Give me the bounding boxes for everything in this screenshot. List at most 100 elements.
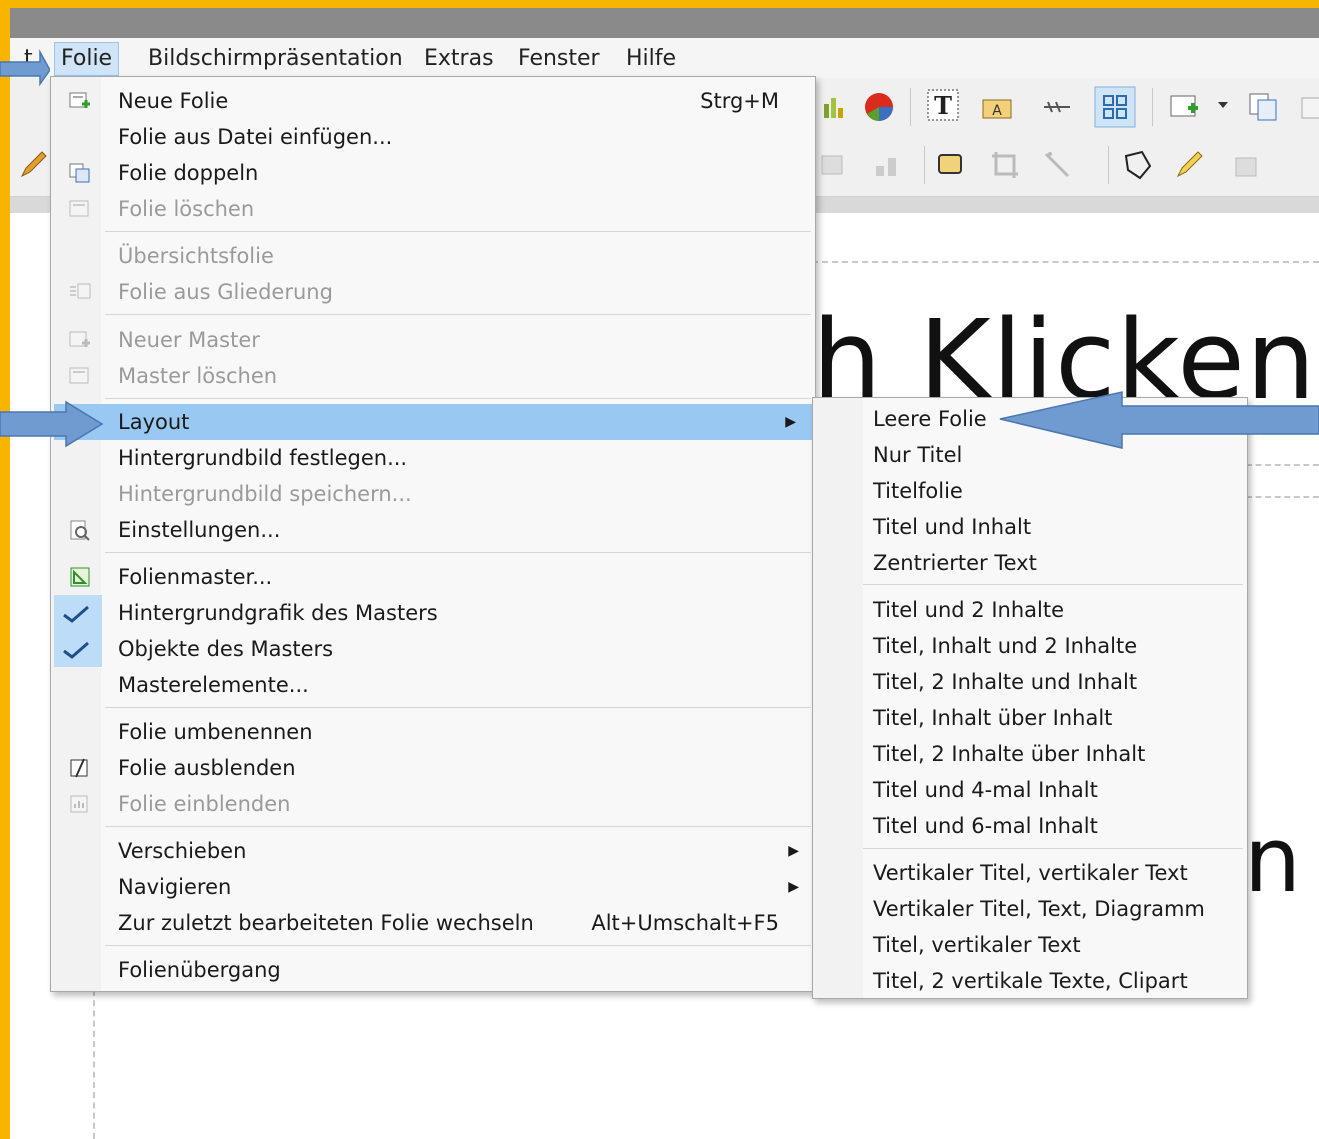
layout-vertikaler-titel-vertikaler-text[interactable]: Vertikaler Titel, vertikaler Text: [813, 855, 1247, 891]
menu-item-label: Folienübergang: [118, 958, 281, 982]
menu-item-label: Master löschen: [118, 364, 278, 388]
menu-item-zur-zuletzt-bearbeiteten-folie[interactable]: Zur zuletzt bearbeiteten Folie wechseln …: [51, 905, 815, 941]
menu-item-label: Vertikaler Titel, vertikaler Text: [873, 861, 1188, 885]
submenu-arrow-icon: ▶: [785, 414, 796, 430]
slide-content-placeholder[interactable]: n I: [1244, 808, 1319, 913]
crop-icon[interactable]: [988, 148, 1022, 182]
layout-titelfolie[interactable]: Titelfolie: [813, 473, 1247, 509]
menu-item-label: Verschieben: [118, 839, 247, 863]
display-grid-icon[interactable]: [1094, 86, 1136, 128]
menu-item-folie-aus-gliederung[interactable]: Folie aus Gliederung: [51, 274, 815, 310]
layout-titel-vertikaler-text[interactable]: Titel, vertikaler Text: [813, 927, 1247, 963]
layout-titel-inhalt-ueber-inhalt[interactable]: Titel, Inhalt über Inhalt: [813, 700, 1247, 736]
menu-item-folie-ausblenden[interactable]: Folie ausblenden: [51, 750, 815, 786]
layout-titel-und-2-inhalte[interactable]: Titel und 2 Inhalte: [813, 592, 1247, 628]
layout-titel-2-inhalte-ueber-inhalt[interactable]: Titel, 2 Inhalte über Inhalt: [813, 736, 1247, 772]
layout-zentrierter-text[interactable]: Zentrierter Text: [813, 545, 1247, 581]
menu-item-folie-aus-datei[interactable]: Folie aus Datei einfügen...: [51, 119, 815, 155]
menu-item-objekte-des-masters[interactable]: Objekte des Masters: [51, 631, 815, 667]
menu-item-label: Titel, Inhalt über Inhalt: [873, 706, 1113, 730]
outline-slide-icon: [70, 283, 91, 299]
menu-folie[interactable]: Folie: [54, 42, 120, 76]
layout-vertikaler-titel-text-diagramm[interactable]: Vertikaler Titel, Text, Diagramm: [813, 891, 1247, 927]
menu-bildschirmpraesentation[interactable]: Bildschirmpräsentation: [142, 44, 409, 74]
annotation-arrow-icon: [0, 49, 50, 87]
checkmark-box: [54, 631, 102, 667]
menu-item-hintergrundbild-speichern[interactable]: Hintergrundbild speichern...: [51, 476, 815, 512]
window-titlebar: [10, 8, 1319, 38]
menu-item-label: Einstellungen...: [118, 518, 281, 542]
submenu-arrow-icon: ▶: [788, 843, 799, 859]
new-master-icon: [69, 331, 90, 347]
menu-item-label: Folie aus Gliederung: [118, 280, 333, 304]
title-placeholder-border: [812, 261, 1319, 263]
menu-extras[interactable]: Extras: [418, 44, 500, 74]
dropdown-arrow-icon[interactable]: [1216, 98, 1230, 112]
delete-slide-icon: [69, 200, 89, 217]
layout-titel-2-inhalte-und-inhalt[interactable]: Titel, 2 Inhalte und Inhalt: [813, 664, 1247, 700]
toolbar-separator: [910, 88, 911, 126]
filter-icon[interactable]: [1040, 148, 1074, 182]
checkmark-icon: [63, 641, 89, 659]
pencil-icon[interactable]: [16, 148, 50, 182]
special-character-icon[interactable]: [1040, 90, 1074, 124]
glue-points-icon[interactable]: [1172, 148, 1206, 182]
menu-item-hintergrundgrafik-des-masters[interactable]: Hintergrundgrafik des Masters: [51, 595, 815, 631]
menu-item-label: Hintergrundgrafik des Masters: [118, 601, 438, 625]
layout-titel-2-vertikale-texte-clipart[interactable]: Titel, 2 vertikale Texte, Clipart: [813, 963, 1247, 999]
annotation-arrow-icon: [999, 391, 1319, 449]
placeholder-left-border: [93, 990, 95, 1139]
folie-menu: Neue Folie Strg+M Folie aus Datei einfüg…: [50, 76, 816, 992]
new-slide-icon[interactable]: [1168, 90, 1202, 124]
menu-item-hintergrundbild-festlegen[interactable]: Hintergrundbild festlegen...: [51, 440, 815, 476]
points-icon[interactable]: [1120, 148, 1154, 182]
menu-item-folie-einblenden[interactable]: Folie einblenden: [51, 786, 815, 822]
menu-item-einstellungen[interactable]: Einstellungen...: [51, 512, 815, 548]
menu-hilfe[interactable]: Hilfe: [620, 44, 682, 74]
menubar: t Folie Bildschirmpräsentation Extras Fe…: [10, 38, 1319, 78]
menu-item-label: Vertikaler Titel, Text, Diagramm: [873, 897, 1205, 921]
menu-item-master-loeschen[interactable]: Master löschen: [51, 358, 815, 394]
align-icon[interactable]: [870, 148, 904, 182]
menu-item-label: Folie ausblenden: [118, 756, 296, 780]
menu-item-navigieren[interactable]: Navigieren ▶: [51, 869, 815, 905]
menu-item-folie-loeschen[interactable]: Folie löschen: [51, 191, 815, 227]
submenu-arrow-icon: ▶: [788, 879, 799, 895]
text-box-icon[interactable]: T: [926, 88, 960, 122]
menu-item-layout[interactable]: Layout ▶: [54, 404, 812, 440]
slide-icon[interactable]: [1298, 90, 1319, 124]
layout-titel-und-6-mal-inhalt[interactable]: Titel und 6-mal Inhalt: [813, 808, 1247, 844]
hide-slide-icon: [70, 758, 88, 778]
fontwork-icon[interactable]: A: [980, 90, 1014, 124]
layout-titel-inhalt-und-2-inhalte[interactable]: Titel, Inhalt und 2 Inhalte: [813, 628, 1247, 664]
menu-item-label: Leere Folie: [873, 407, 987, 431]
chart-icon[interactable]: [818, 90, 852, 124]
layout-titel-und-4-mal-inhalt[interactable]: Titel und 4-mal Inhalt: [813, 772, 1247, 808]
menu-item-folie-umbenennen[interactable]: Folie umbenennen: [51, 714, 815, 750]
shadow-icon[interactable]: [934, 148, 968, 182]
layout-titel-und-inhalt[interactable]: Titel und Inhalt: [813, 509, 1247, 545]
menu-item-neue-folie[interactable]: Neue Folie Strg+M: [51, 83, 815, 119]
toolbar-separator: [1108, 146, 1109, 184]
menu-item-masterelemente[interactable]: Masterelemente...: [51, 667, 815, 703]
shortcut-label: Alt+Umschalt+F5: [591, 911, 779, 935]
menu-item-neuer-master[interactable]: Neuer Master: [51, 322, 815, 358]
menu-item-label: Layout: [118, 410, 190, 434]
menu-item-label: Hintergrundbild speichern...: [118, 482, 412, 506]
toggle-extrusion-icon[interactable]: [1228, 148, 1262, 182]
pie-chart-icon[interactable]: [862, 90, 896, 124]
menu-item-folienuebergang[interactable]: Folienübergang: [51, 952, 815, 988]
toolbar-separator: [1152, 88, 1153, 126]
menu-fenster[interactable]: Fenster: [512, 44, 606, 74]
menu-separator: [105, 314, 811, 315]
menu-item-verschieben[interactable]: Verschieben ▶: [51, 833, 815, 869]
content-placeholder-border: [1246, 464, 1319, 466]
menu-separator: [105, 552, 811, 553]
transform-icon[interactable]: [816, 148, 850, 182]
menu-item-label: Titel, 2 Inhalte über Inhalt: [873, 742, 1146, 766]
menu-item-uebersichtsfolie[interactable]: Übersichtsfolie: [51, 238, 815, 274]
menu-item-folienmaster[interactable]: Folienmaster...: [51, 559, 815, 595]
menu-separator: [863, 848, 1243, 849]
duplicate-slide-icon[interactable]: [1246, 90, 1280, 124]
menu-item-folie-doppeln[interactable]: Folie doppeln: [51, 155, 815, 191]
